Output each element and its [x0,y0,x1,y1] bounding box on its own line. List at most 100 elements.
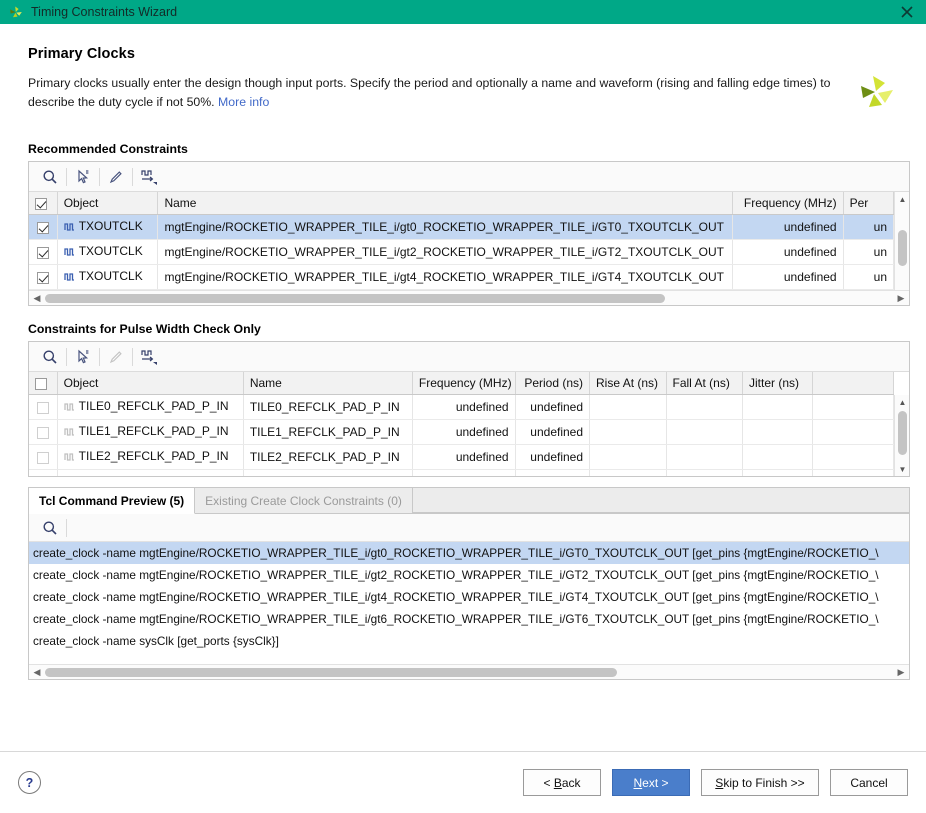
close-icon[interactable] [888,0,926,24]
cell-object: TILE3_REFCLK_PAD_P_IN [57,469,244,476]
select-cursor-icon[interactable] [68,164,98,190]
row-checkbox[interactable] [36,426,49,439]
cell-object-text: TILE1_REFCLK_PAD_P_IN [78,424,229,438]
column-header-name[interactable]: Name [243,372,413,395]
table-row[interactable]: TXOUTCLK mgtEngine/ROCKETIO_WRAPPER_TILE… [29,239,894,265]
toolbar-separator [99,167,100,186]
row-checkbox-cell[interactable] [29,419,58,445]
cell-object-text: TILE3_REFCLK_PAD_P_IN [79,474,229,476]
table-row[interactable]: TILE2_REFCLK_PAD_P_IN TILE2_REFCLK_PAD_P… [29,444,894,470]
row-checkbox[interactable] [36,401,49,414]
cell-object: TILE1_REFCLK_PAD_P_IN [57,419,244,445]
column-header-blank[interactable] [812,372,894,395]
cell-jitter [742,469,814,476]
cancel-button[interactable]: Cancel [830,769,908,796]
scrollbar-thumb[interactable] [898,230,907,266]
column-header-period[interactable]: Per [843,192,894,215]
waveform-sort-icon[interactable] [134,164,164,190]
row-checkbox[interactable] [36,271,49,284]
tcl-command-line[interactable]: create_clock -name mgtEngine/ROCKETIO_WR… [29,564,909,586]
scrollbar-thumb[interactable] [45,668,617,677]
search-icon[interactable] [35,344,65,370]
row-checkbox[interactable] [36,246,49,259]
clock-waveform-icon [64,426,75,440]
select-all-header[interactable] [29,372,58,395]
table-row[interactable]: TXOUTCLK mgtEngine/ROCKETIO_WRAPPER_TILE… [29,264,894,290]
tcl-command-line[interactable]: create_clock -name mgtEngine/ROCKETIO_WR… [29,608,909,630]
more-info-link[interactable]: More info [218,95,269,109]
column-header-jitter[interactable]: Jitter (ns) [742,372,814,395]
recommended-constraints-label: Recommended Constraints [28,142,188,156]
scroll-down-icon[interactable]: ▼ [895,462,909,476]
scroll-right-icon[interactable]: ▶ [894,291,908,305]
tab-label: Existing Create Clock Constraints (0) [205,493,402,508]
tab-tcl-command-preview[interactable]: Tcl Command Preview (5) [29,488,196,514]
recommended-horizontal-scrollbar[interactable]: ◀ ▶ [29,290,909,305]
row-checkbox-cell[interactable] [29,394,58,420]
tab-existing-create-clock-constraints[interactable]: Existing Create Clock Constraints (0) [195,488,413,513]
pulse-width-table-wrapper: ▲ ▼ Object Name Frequency (MHz) Period (… [29,372,909,476]
pencil-edit-icon[interactable] [101,164,131,190]
cell-object: TXOUTCLK [57,264,159,290]
recommended-vertical-scrollbar[interactable]: ▲ ▼ [894,192,909,305]
column-header-frequency[interactable]: Frequency (MHz) [412,372,516,395]
recommended-table-body: TXOUTCLK mgtEngine/ROCKETIO_WRAPPER_TILE… [29,214,894,290]
tcl-command-line[interactable]: create_clock -name sysClk [get_ports {sy… [29,630,909,652]
waveform-sort-icon[interactable] [134,344,164,370]
table-row[interactable]: TILE3_REFCLK_PAD_P_IN TILE3_REFCLK_PAD_P… [29,469,894,476]
select-all-checkbox[interactable] [35,377,47,390]
tcl-horizontal-scrollbar[interactable]: ◀ ▶ [29,664,909,679]
row-checkbox-cell[interactable] [29,214,58,240]
row-checkbox[interactable] [36,221,49,234]
column-header-period[interactable]: Period (ns) [515,372,591,395]
scroll-up-icon[interactable]: ▲ [895,395,909,409]
column-header-frequency[interactable]: Frequency (MHz) [732,192,844,215]
cell-object: TILE0_REFCLK_PAD_P_IN [57,394,244,420]
description-line2: describe the duty cycle if not 50%. [28,95,215,109]
xilinx-logo-icon [8,5,24,20]
table-row[interactable]: TILE0_REFCLK_PAD_P_IN TILE0_REFCLK_PAD_P… [29,394,894,420]
select-cursor-icon[interactable] [68,344,98,370]
search-icon[interactable] [35,515,65,541]
next-button[interactable]: Next > [612,769,690,796]
cell-name: mgtEngine/ROCKETIO_WRAPPER_TILE_i/gt4_RO… [157,264,733,290]
tcl-command-line[interactable]: create_clock -name mgtEngine/ROCKETIO_WR… [29,586,909,608]
column-header-name[interactable]: Name [157,192,733,215]
cell-period: undefined [515,444,591,470]
table-header-row: Object Name Frequency (MHz) Per [29,192,894,215]
row-checkbox-cell[interactable] [29,239,58,265]
scroll-left-icon[interactable]: ◀ [30,665,44,679]
cell-rise-at [589,469,667,476]
scroll-up-icon[interactable]: ▲ [895,192,910,206]
clock-waveform-icon [64,221,75,235]
column-header-object[interactable]: Object [57,372,244,395]
cell-name: mgtEngine/ROCKETIO_WRAPPER_TILE_i/gt2_RO… [157,239,733,265]
table-row[interactable]: TILE1_REFCLK_PAD_P_IN TILE1_REFCLK_PAD_P… [29,419,894,445]
scroll-left-icon[interactable]: ◀ [30,291,44,305]
row-checkbox[interactable] [36,451,49,464]
cell-rise-at [589,444,667,470]
tcl-command-line[interactable]: create_clock -name mgtEngine/ROCKETIO_WR… [29,542,909,564]
column-header-fall-at[interactable]: Fall At (ns) [666,372,743,395]
select-all-checkbox[interactable] [35,197,47,210]
back-button[interactable]: < Back [523,769,601,796]
select-all-header[interactable] [29,192,58,215]
column-header-rise-at[interactable]: Rise At (ns) [589,372,667,395]
row-checkbox-cell[interactable] [29,444,58,470]
scrollbar-thumb[interactable] [45,294,665,303]
table-row[interactable]: TXOUTCLK mgtEngine/ROCKETIO_WRAPPER_TILE… [29,214,894,240]
help-button[interactable]: ? [18,771,41,794]
cell-name: TILE3_REFCLK_PAD_P_IN [243,469,413,476]
scroll-right-icon[interactable]: ▶ [894,665,908,679]
column-header-object[interactable]: Object [57,192,159,215]
row-checkbox-cell[interactable] [29,469,58,476]
pulse-width-vertical-scrollbar[interactable]: ▲ ▼ [894,395,909,476]
search-icon[interactable] [35,164,65,190]
page-title: Primary Clocks [28,46,135,62]
row-checkbox-cell[interactable] [29,264,58,290]
skip-to-finish-button[interactable]: Skip to Finish >> [701,769,819,796]
cell-period: undefined [515,419,591,445]
scrollbar-thumb[interactable] [898,411,907,455]
pulse-width-table-scroll: Object Name Frequency (MHz) Period (ns) … [29,372,894,476]
skip-to-finish-button-label: Skip to Finish >> [715,775,805,790]
